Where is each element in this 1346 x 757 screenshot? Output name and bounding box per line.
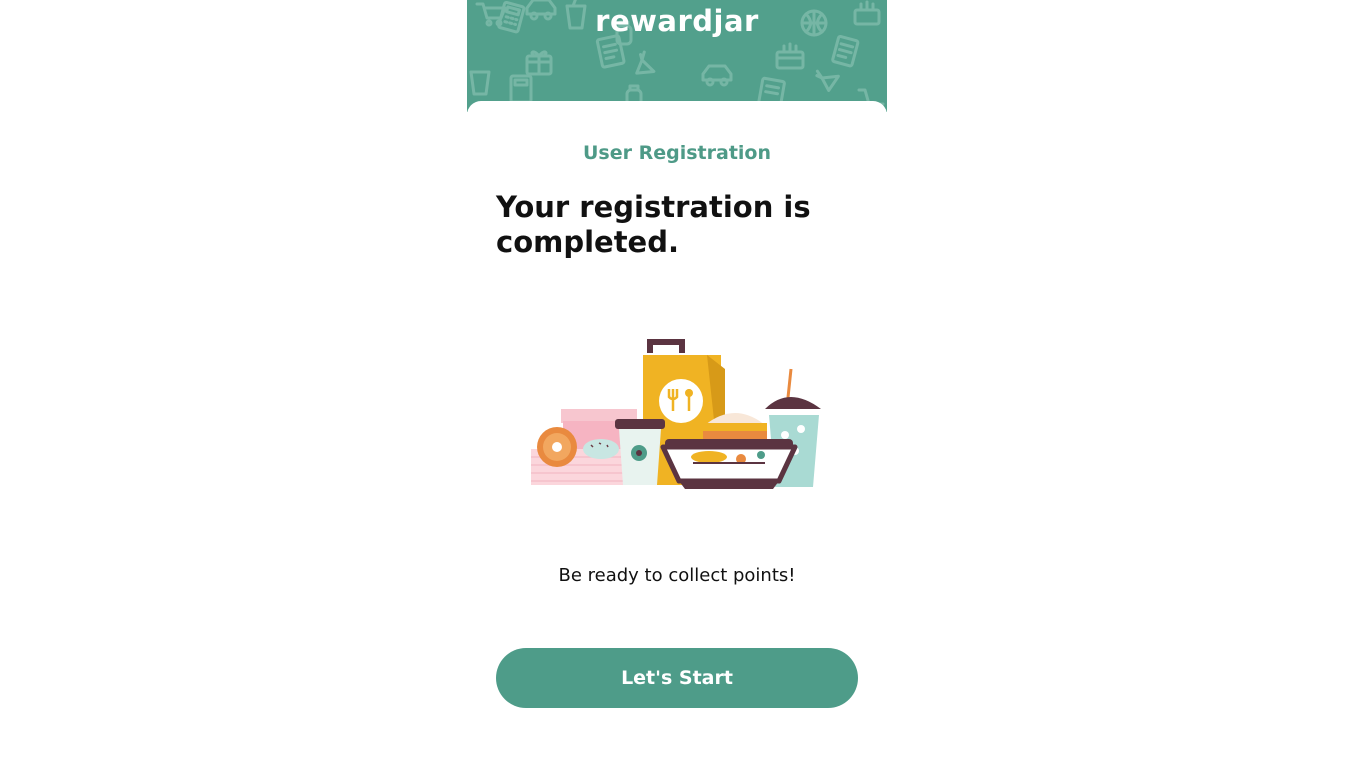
takeaway-tray-icon: [660, 439, 798, 489]
book-icon: [595, 34, 626, 69]
cup-icon: [469, 70, 491, 96]
gift-icon: [525, 50, 553, 76]
page-subtitle: User Registration: [583, 142, 771, 164]
brand-header: rewardjar: [467, 0, 887, 112]
donut-icon: [537, 427, 577, 467]
calculator-icon: [509, 74, 533, 104]
car-icon: [701, 64, 733, 87]
status-message: Be ready to collect points!: [558, 565, 796, 586]
food-takeaway-illustration: [531, 339, 821, 489]
carrot-icon: [635, 50, 656, 75]
donut-icon: [583, 439, 619, 459]
coffee-cup-icon: [615, 419, 665, 485]
registration-card: User Registration Your registration is c…: [467, 101, 887, 757]
page-title: Your registration is completed.: [496, 190, 811, 259]
book-icon: [831, 34, 860, 68]
registration-screen: rewardjar User Registration Your registr…: [467, 0, 887, 757]
brand-logo: rewardjar: [595, 4, 759, 38]
cake-icon: [775, 42, 805, 70]
lets-start-button[interactable]: Let's Start: [496, 648, 858, 708]
carrot-icon: [815, 69, 840, 92]
